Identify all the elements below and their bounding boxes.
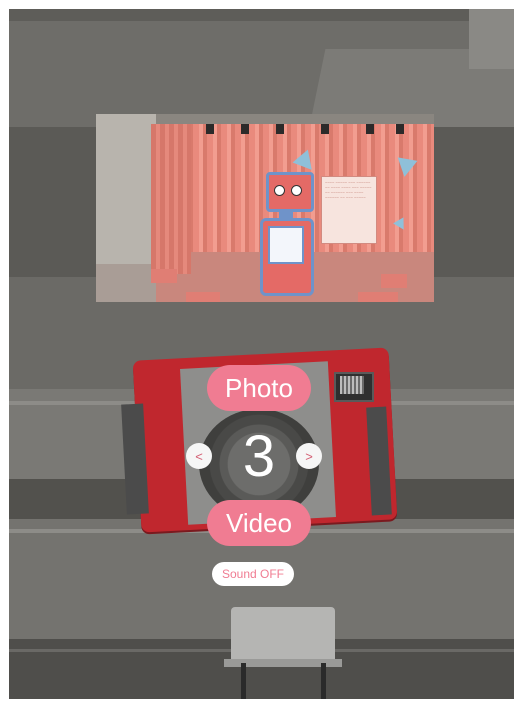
stage-light-icon (366, 124, 374, 134)
camera-preview-screen: ~~~~ ~~~~~ ~~~ ~~~~~~ ~~ ~~~~ ~~~~ ~~~ ~… (96, 114, 434, 302)
paper-plane-icon (394, 157, 418, 179)
stage-light-icon (321, 124, 329, 134)
robot-eye (291, 185, 302, 196)
poster: ~~~~ ~~~~~ ~~~ ~~~~~~ ~~ ~~~~ ~~~~ ~~~ ~… (321, 176, 377, 244)
viewfinder-grille (340, 376, 364, 394)
robot-head (266, 172, 314, 212)
countdown-value: 3 (242, 423, 276, 489)
increase-timer-button[interactable]: > (296, 443, 322, 469)
robot-eye (274, 185, 285, 196)
foreground-chair-back (231, 607, 335, 663)
foreground-chair-leg (241, 663, 246, 699)
stage-light-icon (241, 124, 249, 134)
preview-chair (151, 269, 177, 283)
robot-screen (268, 226, 304, 264)
photo-button[interactable]: Photo (207, 365, 311, 411)
stage-curtain-side (151, 124, 191, 274)
pillar (469, 9, 514, 69)
decrease-timer-button[interactable]: < (186, 443, 212, 469)
video-button[interactable]: Video (207, 500, 311, 546)
stage-light-icon (206, 124, 214, 134)
ceiling-beam (9, 9, 514, 21)
preview-chair (186, 292, 220, 302)
foreground-chair-leg (321, 663, 326, 699)
preview-chair (358, 292, 398, 302)
stage-light-icon (276, 124, 284, 134)
sound-toggle-button[interactable]: Sound OFF (212, 562, 294, 586)
preview-chair (381, 274, 407, 288)
game-viewport: ~~~~ ~~~~~ ~~~ ~~~~~~ ~~ ~~~~ ~~~~ ~~~ ~… (9, 9, 514, 699)
stage-light-icon (396, 124, 404, 134)
